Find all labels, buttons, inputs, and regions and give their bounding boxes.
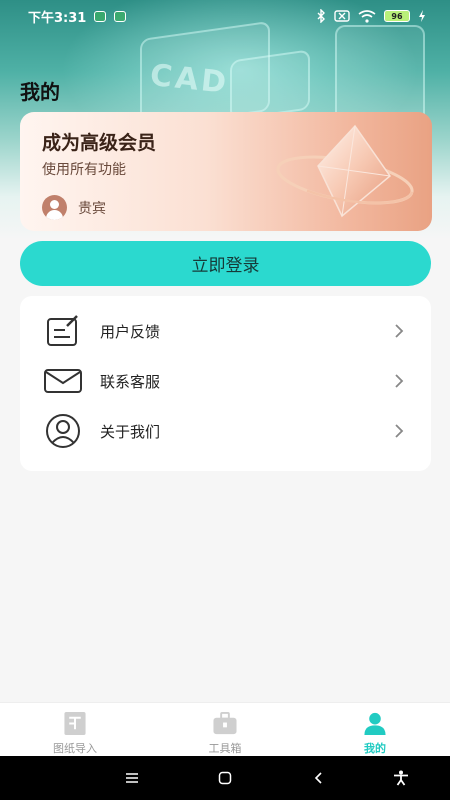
sim-off-icon — [334, 10, 350, 22]
bottom-tab-bar: 图纸导入 工具箱 我的 — [0, 702, 450, 756]
chevron-right-icon — [389, 374, 409, 388]
tab-label: 我的 — [364, 742, 386, 755]
battery-level: 96 — [391, 11, 403, 21]
accessibility-icon[interactable] — [391, 768, 411, 788]
toolbox-icon — [213, 711, 237, 735]
notification-app-icon — [114, 10, 127, 22]
drawing-import-icon — [64, 711, 86, 736]
status-time: 下午3:31 — [28, 10, 87, 26]
chevron-right-icon — [389, 424, 409, 438]
vip-user-label: 贵宾 — [78, 201, 106, 217]
tab-mine[interactable]: 我的 — [300, 703, 450, 756]
menu-item-label: 用户反馈 — [100, 322, 161, 341]
menu-icon[interactable] — [122, 768, 142, 788]
vip-card[interactable]: 成为高级会员 使用所有功能 贵宾 — [20, 112, 432, 231]
bluetooth-icon — [317, 9, 325, 23]
login-button[interactable]: 立即登录 — [20, 241, 431, 286]
status-bar: 下午3:31 96 — [0, 0, 450, 32]
home-icon[interactable] — [215, 768, 235, 788]
tab-toolbox[interactable]: 工具箱 — [150, 703, 300, 756]
avatar — [42, 195, 67, 220]
tab-drawing-import[interactable]: 图纸导入 — [0, 703, 150, 756]
hero-panel — [230, 49, 310, 121]
menu-item-about-us[interactable]: 关于我们 — [20, 406, 431, 456]
feedback-edit-icon — [42, 313, 84, 349]
user-circle-icon — [42, 413, 84, 449]
menu-item-contact-service[interactable]: 联系客服 — [20, 356, 431, 406]
mail-icon — [42, 363, 84, 399]
person-icon — [364, 712, 386, 736]
battery-icon: 96 — [384, 10, 410, 22]
tab-label: 工具箱 — [208, 742, 242, 755]
vip-title: 成为高级会员 — [42, 132, 157, 154]
vip-subtitle: 使用所有功能 — [42, 162, 126, 178]
back-icon[interactable] — [309, 768, 329, 788]
chevron-right-icon — [389, 324, 409, 338]
diamond-ring-icon — [276, 124, 414, 218]
menu-card: 用户反馈 联系客服 关于我们 — [20, 296, 431, 471]
charging-icon — [419, 10, 425, 22]
menu-item-label: 关于我们 — [100, 422, 161, 441]
status-icons: 96 — [316, 9, 426, 23]
notification-app-icon — [94, 10, 107, 22]
tab-label: 图纸导入 — [53, 742, 97, 755]
menu-item-feedback[interactable]: 用户反馈 — [20, 306, 431, 356]
menu-item-label: 联系客服 — [100, 372, 161, 391]
page-title: 我的 — [20, 80, 60, 104]
system-nav-bar — [0, 756, 450, 800]
wifi-icon — [358, 9, 376, 23]
